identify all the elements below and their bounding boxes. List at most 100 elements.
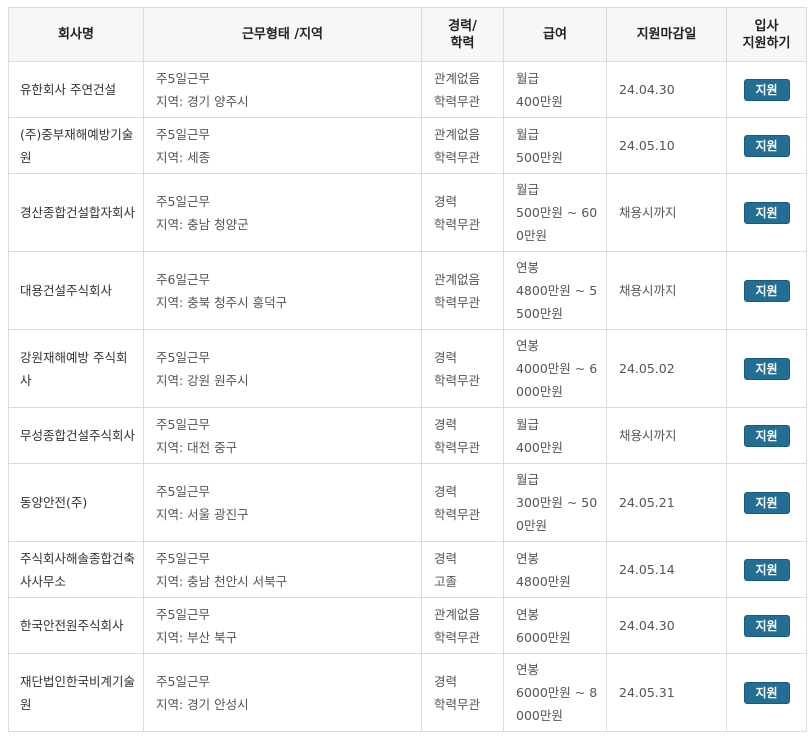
company-cell: 유한회사 주연건설 <box>8 61 144 118</box>
salary-type: 월급 <box>516 70 540 86</box>
work-region-cell: 주5일근무지역: 서울 광진구 <box>143 463 422 542</box>
header-salary: 급여 <box>503 7 607 62</box>
work-type: 주5일근무 <box>156 550 210 566</box>
company-cell: 주식회사해솔종합건축사사무소 <box>8 541 144 598</box>
apply-cell: 지원 <box>726 541 807 598</box>
company-name: 경산종합건설합자회사 <box>20 205 136 220</box>
apply-button[interactable]: 지원 <box>743 425 790 447</box>
salary-type: 연봉 <box>516 550 540 566</box>
work-type: 주5일근무 <box>156 416 210 432</box>
salary-type: 연봉 <box>516 662 540 677</box>
region: 지역: 충남 천안시 서북구 <box>156 573 288 589</box>
career-education-cell: 경력 학력무관 <box>421 173 504 252</box>
company-name: 재단법인한국비계기술원 <box>20 673 136 712</box>
education: 학력무관 <box>434 149 481 165</box>
salary-amount: 4800만원 <box>516 573 571 589</box>
deadline: 채용시까지 <box>619 205 677 220</box>
apply-cell: 지원 <box>726 329 807 408</box>
deadline-cell: 채용시까지 <box>606 407 727 464</box>
work-region-cell: 주5일근무 지역: 부산 북구 <box>143 597 422 654</box>
work-type: 주5일근무 <box>156 193 210 209</box>
work-region-cell: 주5일근무 지역: 충남 청양군 <box>143 173 422 252</box>
region: 지역: 부산 북구 <box>156 629 238 645</box>
salary-amount: 4000만원 ~ 6000만원 <box>516 361 598 399</box>
table-row: 무성종합건설주식회사 주5일근무 지역: 대전 중구 경력 학력무관 월급 400만원 채용시… <box>8 407 807 464</box>
header-company: 회사명 <box>8 7 144 62</box>
deadline-cell: 24.05.21 <box>606 463 727 542</box>
salary-cell: 연봉 4800만원 ~ 5500만원 <box>503 251 607 330</box>
salary-cell: 연봉 6000만원 ~ 8000만원 <box>503 653 607 732</box>
education: 학력무관 <box>434 372 481 388</box>
salary-cell: 월급 400만원 <box>503 407 607 464</box>
salary-amount: 4800만원 ~ 5500만원 <box>516 283 598 321</box>
salary-type: 월급 <box>516 472 540 487</box>
career-education-cell: 경력 고졸 <box>421 541 504 598</box>
region: 지역: 경기 양주시 <box>156 93 249 109</box>
table-row: (주)중부재해예방기술원 주5일근무 지역: 세종 관계없음 학력무관 월급 500만원 24… <box>8 117 807 174</box>
company-cell: 동양안전(주) <box>8 463 144 542</box>
apply-button[interactable]: 지원 <box>743 135 790 157</box>
career: 관계없음 <box>434 70 481 86</box>
salary-cell: 연봉 6000만원 <box>503 597 607 654</box>
company-cell: 한국안전원주식회사 <box>8 597 144 654</box>
career: 경력 <box>434 349 458 365</box>
work-region-cell: 주5일근무 지역: 대전 중구 <box>143 407 422 464</box>
company-cell: 경산종합건설합자회사 <box>8 173 144 252</box>
apply-cell: 지원 <box>726 61 807 118</box>
apply-button[interactable]: 지원 <box>743 615 790 637</box>
work-type: 주5일근무 <box>156 483 210 499</box>
salary-type: 연봉 <box>516 606 540 622</box>
career-education-cell: 관계없음학력무관 <box>421 61 504 118</box>
career: 관계없음 <box>434 126 481 142</box>
deadline: 채용시까지 <box>619 283 677 298</box>
header-work-region: 근무형태 /지역 <box>143 7 422 62</box>
company-cell: 대용건설주식회사 <box>8 251 144 330</box>
company-name: 동양안전(주) <box>20 495 88 510</box>
deadline-cell: 채용시까지 <box>606 251 727 330</box>
deadline-cell: 채용시까지 <box>606 173 727 252</box>
deadline-cell: 24.05.31 <box>606 653 727 732</box>
table-row: 유한회사 주연건설 주5일근무 지역: 경기 양주시 관계없음 학력무관 월급 400만원 2… <box>8 61 807 118</box>
deadline: 채용시까지 <box>619 428 677 443</box>
table-header: 회사명 근무형태 /지역 경력/ 학력 급여 지원마감일 입사 지원하기 <box>8 7 807 62</box>
deadline-cell: 24.05.14 <box>606 541 727 598</box>
apply-button[interactable]: 지원 <box>743 280 790 302</box>
region: 지역: 강원 원주시 <box>156 372 249 388</box>
work-region-cell: 주5일근무 지역: 세종 <box>143 117 422 174</box>
education: 학력무관 <box>434 93 481 109</box>
salary-type: 연봉 <box>516 338 540 353</box>
apply-cell: 지원 <box>726 597 807 654</box>
salary-cell: 월급 400만원 <box>503 61 607 118</box>
table-body: 유한회사 주연건설 주5일근무 지역: 경기 양주시 관계없음 학력무관 월급 400만원 2… <box>8 61 807 732</box>
education: 학력무관 <box>434 294 481 310</box>
salary-amount: 400만원 <box>516 93 563 109</box>
company-cell: 강원재해예방 주식회사 <box>8 329 144 408</box>
salary-type: 월급 <box>516 416 540 432</box>
salary-type: 월급 <box>516 182 540 197</box>
salary-amount: 500만원 <box>516 149 563 165</box>
table-row: 동양안전(주) 주5일근무 지역: 서울 광진구 경력 학력무관 월급 300만원 ~ 50… <box>8 463 807 542</box>
apply-button[interactable]: 지원 <box>743 682 790 704</box>
company-name: 유한회사 주연건설 <box>20 82 116 97</box>
work-region-cell: 주6일근무 지역: 충북 청주시 흥덕구 <box>143 251 422 330</box>
work-type: 주5일근무 <box>156 126 210 142</box>
company-name: 무성종합건설주식회사 <box>20 428 136 443</box>
apply-cell: 지원 <box>726 653 807 732</box>
apply-button[interactable]: 지원 <box>743 559 790 581</box>
deadline-cell: 24.05.02 <box>606 329 727 408</box>
apply-button[interactable]: 지원 <box>743 358 790 380</box>
company-name: 주식회사해솔종합건축사사무소 <box>20 550 136 589</box>
apply-button[interactable]: 지원 <box>743 492 790 514</box>
table-row: 경산종합건설합자회사 주5일근무 지역: 충남 청양군 경력 학력무관 월급 500만원 ~… <box>8 173 807 252</box>
header-career-education: 경력/ 학력 <box>421 7 504 62</box>
header-row: 회사명 근무형태 /지역 경력/ 학력 급여 지원마감일 입사 지원하기 <box>8 7 807 62</box>
table-row: 대용건설주식회사 주6일근무 지역: 충북 청주시 흥덕구 관계없음 학력무관 연봉 480… <box>8 251 807 330</box>
company-cell: 재단법인한국비계기술원 <box>8 653 144 732</box>
apply-button[interactable]: 지원 <box>743 202 790 224</box>
career: 경력 <box>434 550 458 566</box>
work-region-cell: 주5일근무지역: 충남 천안시 서북구 <box>143 541 422 598</box>
apply-button[interactable]: 지원 <box>743 79 790 101</box>
region: 지역: 경기 안성시 <box>156 696 249 712</box>
work-type: 주6일근무 <box>156 271 210 287</box>
region: 지역: 서울 광진구 <box>156 506 249 522</box>
